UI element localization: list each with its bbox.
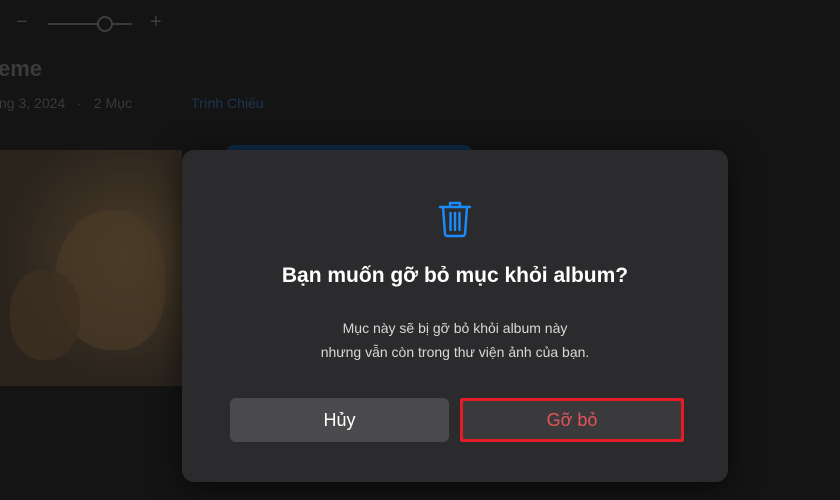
remove-from-album-dialog: Bạn muốn gỡ bỏ mục khỏi album? Mục này s…: [182, 150, 728, 482]
album-photo-thumbnail[interactable]: [0, 150, 182, 386]
photos-app-window: − + eme ng 3, 2024 · 2 Mục Trình Chiếu B…: [0, 0, 840, 500]
zoom-slider-thumb[interactable]: [97, 16, 113, 32]
dialog-message-line-1: Mục này sẽ bị gỡ bỏ khỏi album này: [342, 320, 568, 336]
zoom-toolbar: − +: [0, 10, 200, 38]
meta-separator: ·: [77, 95, 82, 111]
cancel-button[interactable]: Hủy: [230, 398, 449, 442]
dialog-title: Bạn muốn gỡ bỏ mục khỏi album?: [281, 264, 629, 287]
album-title: eme: [0, 56, 43, 81]
zoom-in-button[interactable]: +: [150, 12, 162, 32]
album-meta: ng 3, 2024 · 2 Mục: [0, 95, 132, 111]
slideshow-link[interactable]: Trình Chiếu: [191, 95, 264, 111]
remove-button[interactable]: Gỡ bỏ: [460, 398, 684, 442]
dialog-message-line-2: nhưng vẫn còn trong thư viện ảnh của bạn…: [320, 344, 590, 360]
zoom-slider-track[interactable]: [48, 23, 132, 25]
dialog-message: Mục này sẽ bị gỡ bỏ khỏi album này nhưng…: [182, 316, 728, 364]
album-item-count: 2 Mục: [93, 95, 132, 111]
album-date: ng 3, 2024: [0, 95, 66, 111]
zoom-out-button[interactable]: −: [16, 12, 28, 32]
photo-shadow: [10, 270, 80, 360]
trash-icon: [438, 201, 472, 238]
